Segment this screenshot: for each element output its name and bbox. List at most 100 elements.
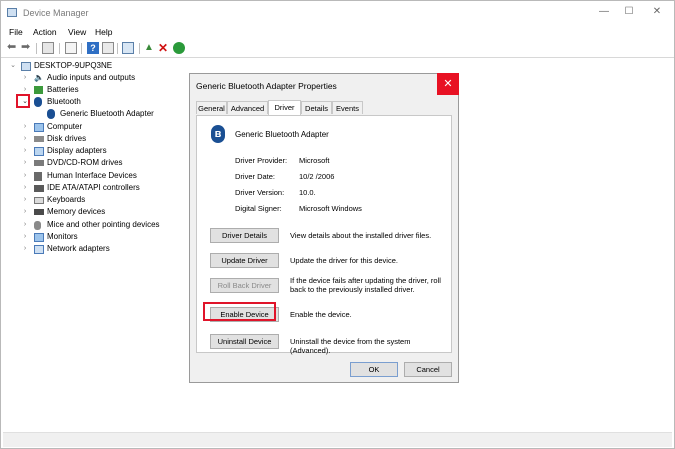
tree-root-label: DESKTOP-9UPQ3NE (34, 61, 113, 70)
tab-general[interactable]: General (196, 101, 227, 114)
driver-date-label: Driver Date: (235, 172, 276, 181)
tree-node-display-adapters[interactable]: › Display adapters (1, 145, 201, 157)
memory-icon (34, 209, 44, 215)
chevron-right-icon[interactable]: › (21, 170, 29, 182)
list-icon[interactable] (65, 42, 77, 54)
enable-device-desc: Enable the device. (290, 310, 352, 319)
uninstall-device-desc: Uninstall the device from the system (Ad… (290, 337, 411, 355)
tree-node-label: Generic Bluetooth Adapter (60, 109, 154, 118)
speaker-icon: 🔈 (34, 73, 44, 82)
scan-hardware-icon[interactable] (122, 42, 134, 54)
tree-node-keyboards[interactable]: › Keyboards (1, 194, 201, 206)
chevron-down-icon[interactable]: ⌄ (9, 60, 17, 72)
driver-details-button[interactable]: Driver Details (210, 228, 279, 243)
uninstall-device-button[interactable]: Uninstall Device (210, 334, 279, 349)
tree-node-ide-controllers[interactable]: › IDE ATA/ATAPI controllers (1, 182, 201, 194)
properties-dialog: Generic Bluetooth Adapter Properties ✕ G… (189, 73, 459, 383)
digital-signer-label: Digital Signer: (235, 204, 282, 213)
bluetooth-icon (34, 97, 42, 107)
tree-node-hid[interactable]: › Human Interface Devices (1, 170, 201, 182)
chevron-right-icon[interactable]: › (21, 72, 29, 84)
tree-node-batteries[interactable]: › Batteries (1, 84, 201, 96)
hid-icon (34, 172, 42, 181)
tab-driver[interactable]: Driver (268, 100, 301, 115)
keyboard-icon (34, 197, 44, 204)
properties-grid-icon[interactable] (42, 42, 54, 54)
tab-advanced[interactable]: Advanced (227, 101, 268, 114)
tree-node-label: Network adapters (47, 244, 110, 253)
tree-node-label: Bluetooth (47, 97, 81, 106)
tree-node-label: Keyboards (47, 195, 86, 204)
chevron-right-icon[interactable]: › (21, 182, 29, 194)
maximize-button[interactable]: ☐ (620, 5, 638, 19)
battery-icon (34, 86, 43, 94)
cancel-button[interactable]: Cancel (404, 362, 452, 377)
chevron-right-icon[interactable]: › (21, 243, 29, 255)
chevron-right-icon[interactable]: › (21, 145, 29, 157)
minimize-button[interactable]: — (595, 5, 613, 19)
view-resources-icon[interactable] (102, 42, 114, 54)
tree-node-label: IDE ATA/ATAPI controllers (47, 183, 140, 192)
back-arrow-icon[interactable]: ⬅ (7, 42, 19, 54)
tree-node-label: Memory devices (47, 207, 106, 216)
help-icon[interactable]: ? (87, 42, 99, 54)
ide-icon (34, 185, 44, 192)
uninstall-x-icon[interactable]: ✕ (158, 42, 170, 54)
tree-node-label: Computer (47, 122, 83, 131)
tree-node-label: Disk drives (47, 134, 87, 143)
chevron-right-icon[interactable]: › (21, 121, 29, 133)
chevron-right-icon[interactable]: › (21, 194, 29, 206)
computer-icon (21, 62, 31, 71)
mouse-icon (34, 221, 41, 230)
menu-view[interactable]: View (68, 27, 86, 37)
dialog-close-button[interactable]: ✕ (437, 73, 459, 95)
monitor-icon (34, 233, 44, 242)
device-name: Generic Bluetooth Adapter (235, 130, 329, 139)
status-bar (3, 432, 672, 447)
display-icon (34, 147, 44, 156)
tree-node-label: Human Interface Devices (47, 171, 137, 180)
roll-back-driver-button[interactable]: Roll Back Driver (210, 278, 279, 293)
tree-node-label: Mice and other pointing devices (47, 220, 160, 229)
driver-provider-label: Driver Provider: (235, 156, 288, 165)
chevron-right-icon[interactable]: › (21, 206, 29, 218)
chevron-right-icon[interactable]: › (21, 157, 29, 169)
tab-details[interactable]: Details (301, 101, 332, 114)
tree-node-label: DVD/CD-ROM drives (47, 158, 123, 167)
tree-node-mice[interactable]: › Mice and other pointing devices (1, 219, 201, 231)
tree-node-network-adapters[interactable]: › Network adapters (1, 243, 201, 255)
tree-node-label: Display adapters (47, 146, 107, 155)
tree-node-generic-bluetooth-adapter[interactable]: Generic Bluetooth Adapter (1, 108, 201, 120)
tree-node-label: Audio inputs and outputs (47, 73, 136, 82)
tree-root[interactable]: ⌄ DESKTOP-9UPQ3NE (1, 60, 201, 72)
driver-version-value: 10.0. (299, 188, 316, 197)
chevron-right-icon[interactable]: › (21, 231, 29, 243)
tree-node-label: Monitors (47, 232, 78, 241)
tree-node-bluetooth[interactable]: ⌄ Bluetooth (1, 96, 201, 108)
close-button[interactable]: ✕ (648, 5, 666, 19)
tree-node-monitors[interactable]: › Monitors (1, 231, 201, 243)
dvd-icon (34, 160, 44, 166)
tree-node-memory-devices[interactable]: › Memory devices (1, 206, 201, 218)
chevron-right-icon[interactable]: › (21, 133, 29, 145)
tree-node-disk-drives[interactable]: › Disk drives (1, 133, 201, 145)
tree-node-audio[interactable]: › 🔈 Audio inputs and outputs (1, 72, 201, 84)
menu-action[interactable]: Action (33, 27, 57, 37)
computer-icon (34, 123, 44, 132)
tab-events[interactable]: Events (332, 101, 363, 114)
update-driver-button[interactable]: Update Driver (210, 253, 279, 268)
tree-node-computer[interactable]: › Computer (1, 121, 201, 133)
update-driver-desc: Update the driver for this device. (290, 256, 398, 265)
forward-arrow-icon[interactable]: ➡ (21, 42, 33, 54)
update-driver-icon[interactable]: ▲ (144, 42, 156, 54)
driver-details-desc: View details about the installed driver … (290, 231, 432, 240)
title-bar[interactable]: Device Manager — ☐ ✕ (1, 1, 674, 25)
enable-device-icon[interactable] (173, 42, 185, 54)
menu-file[interactable]: File (9, 27, 23, 37)
ok-button[interactable]: OK (350, 362, 398, 377)
digital-signer-value: Microsoft Windows (299, 204, 362, 213)
driver-provider-value: Microsoft (299, 156, 330, 165)
tree-node-dvd-drives[interactable]: › DVD/CD-ROM drives (1, 157, 201, 169)
menu-help[interactable]: Help (95, 27, 112, 37)
chevron-right-icon[interactable]: › (21, 219, 29, 231)
